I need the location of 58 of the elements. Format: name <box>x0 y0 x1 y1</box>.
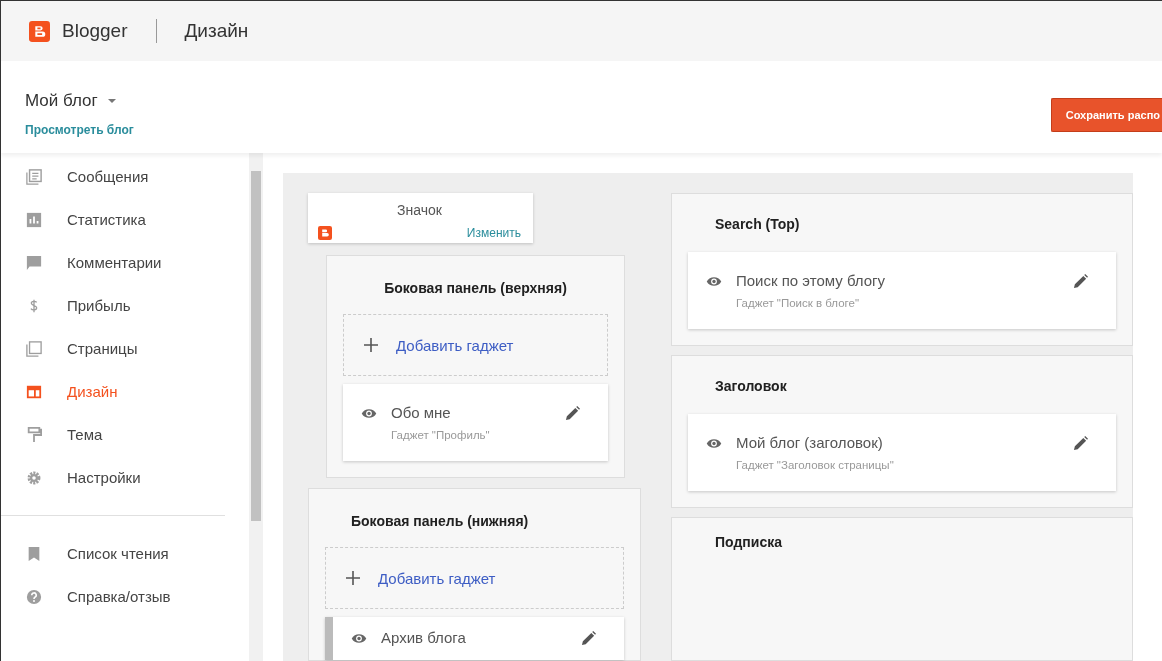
edit-icon[interactable] <box>581 631 596 646</box>
gadget-name: Поиск по этому блогу <box>736 272 887 289</box>
gadget-name: Архив блога <box>381 629 467 646</box>
sidebar-item[interactable]: Тема <box>1 413 226 456</box>
blogger-logo-icon <box>29 20 50 42</box>
sidebar-item[interactable]: Дизайн <box>1 370 226 413</box>
section-title: Search (Top) <box>714 215 801 234</box>
gadget-card[interactable]: Мой блог (заголовок) Гаджет "Заголовок страницы" <box>688 414 1116 491</box>
gadget-type: Гаджет "Профиль" <box>391 429 491 441</box>
gadget-name: Обо мне <box>391 404 452 421</box>
add-gadget-button[interactable]: Добавить гаджет <box>343 314 608 376</box>
page-title: Дизайн <box>184 20 249 42</box>
eye-icon[interactable] <box>706 438 722 449</box>
posts-icon <box>26 168 42 185</box>
sidebar-item[interactable]: Настройки <box>1 456 226 499</box>
gadget-type: Гаджет "Поиск в блоге" <box>736 297 861 309</box>
section-title: Боковая панель (верхняя) <box>384 279 567 298</box>
bookmark-icon <box>26 545 42 562</box>
paint-roller-icon <box>26 426 42 443</box>
pages-icon <box>26 340 42 357</box>
scrollbar[interactable] <box>249 153 263 661</box>
app-name: Blogger <box>62 20 128 42</box>
add-gadget-button[interactable]: Добавить гаджет <box>325 547 624 609</box>
gadget-name: Мой блог (заголовок) <box>736 434 884 451</box>
eye-icon[interactable] <box>351 633 367 644</box>
plus-icon <box>364 338 378 352</box>
edit-icon[interactable] <box>565 406 580 421</box>
sidebar-item[interactable]: Страницы <box>1 327 226 370</box>
sidebar-item[interactable]: Прибыль <box>1 284 226 327</box>
comment-icon <box>26 254 42 271</box>
section-title: Подписка <box>714 533 783 552</box>
gadget-card[interactable]: Обо мне Гаджет "Профиль" <box>343 384 608 461</box>
help-icon <box>26 588 42 605</box>
edit-icon[interactable] <box>1073 274 1088 289</box>
caret-icon <box>107 99 116 103</box>
eye-icon[interactable] <box>361 408 377 419</box>
sidebar-item[interactable]: Комментарии <box>1 241 226 284</box>
favicon-title: Значок <box>397 202 442 218</box>
gadget-card[interactable]: Поиск по этому блогу Гаджет "Поиск в блоге" <box>688 252 1116 329</box>
view-blog-link[interactable]: Просмотреть блог <box>25 123 134 137</box>
plus-icon <box>346 571 360 585</box>
eye-icon[interactable] <box>706 276 722 287</box>
sidebar-item[interactable]: Статистика <box>1 198 226 241</box>
gadget-type: Гаджет "Заголовок страницы" <box>736 459 895 471</box>
blog-selector[interactable]: Мой блог <box>25 91 134 111</box>
gadget-card[interactable]: Архив блога <box>325 617 624 660</box>
sidebar-item[interactable]: Справка/отзыв <box>1 575 226 618</box>
blogger-logo-icon <box>318 226 332 240</box>
bar-chart-icon <box>26 211 42 228</box>
section-title: Боковая панель (нижняя) <box>350 512 530 531</box>
settings-icon <box>26 469 42 486</box>
save-button[interactable]: Сохранить распо <box>1050 98 1162 132</box>
edit-icon[interactable] <box>1073 436 1088 451</box>
section-title: Заголовок <box>714 377 788 396</box>
layout-icon <box>26 383 42 400</box>
sidebar-item[interactable]: Сообщения <box>1 155 226 198</box>
edit-link[interactable]: Изменить <box>466 226 521 240</box>
sidebar-item[interactable]: Список чтения <box>1 532 226 575</box>
